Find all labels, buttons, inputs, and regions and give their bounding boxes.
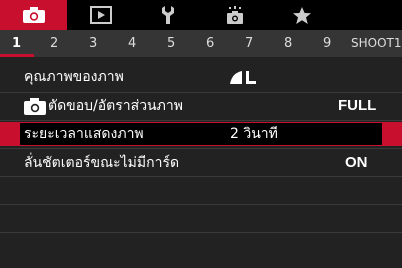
- page-2[interactable]: 2: [50, 30, 58, 57]
- menu-item-label: คุณภาพของภาพ: [24, 69, 124, 85]
- tab-shooting[interactable]: [0, 0, 67, 30]
- camera-icon: [24, 98, 46, 115]
- page-number-row: 1 2 3 4 5 6 7 8 9 SHOOT1: [0, 30, 402, 57]
- playback-icon: [89, 6, 112, 24]
- page-6[interactable]: 6: [206, 30, 214, 57]
- divider: [0, 148, 402, 149]
- menu-item-label: ลั่นชัตเตอร์ขณะไม่มีการ์ด: [24, 155, 180, 171]
- wrench-icon: [161, 6, 174, 24]
- menu-item-label: ระยะเวลาแสดงภาพ: [24, 126, 144, 142]
- divider: [0, 120, 402, 121]
- star-icon: [292, 6, 311, 24]
- menu-item-value: ON: [345, 154, 368, 171]
- page-8[interactable]: 8: [284, 30, 292, 57]
- wifi-camera-icon: [226, 6, 243, 24]
- tab-setup[interactable]: [134, 0, 201, 30]
- page-5[interactable]: 5: [167, 30, 175, 57]
- tab-wireless[interactable]: [201, 0, 268, 30]
- tab-my-menu[interactable]: [268, 0, 335, 30]
- page-7[interactable]: 7: [245, 30, 253, 57]
- menu-item-crop-aspect[interactable]: ตัดขอบ/อัตราส่วนภาพ FULL: [20, 93, 382, 120]
- menu-tab-bar: [0, 0, 402, 30]
- menu-item-label: ตัดขอบ/อัตราส่วนภาพ: [48, 98, 183, 114]
- divider: [0, 232, 402, 233]
- menu-item-value: 2 วินาที: [230, 126, 278, 142]
- menu-item-image-quality[interactable]: คุณภาพของภาพ: [20, 64, 382, 91]
- page-9[interactable]: 9: [323, 30, 331, 57]
- menu-item-release-without-card[interactable]: ลั่นชัตเตอร์ขณะไม่มีการ์ด ON: [20, 150, 382, 177]
- page-shoot1[interactable]: SHOOT1: [351, 30, 402, 57]
- menu-item-value: FULL: [338, 97, 377, 114]
- camera-icon: [22, 7, 45, 23]
- page-4[interactable]: 4: [128, 30, 136, 57]
- menu-item-image-review[interactable]: ระยะเวลาแสดงภาพ 2 วินาที: [20, 123, 382, 145]
- divider: [0, 204, 402, 205]
- large-fine-quality-icon: [230, 71, 256, 84]
- tab-playback[interactable]: [67, 0, 134, 30]
- page-3[interactable]: 3: [89, 30, 97, 57]
- page-1[interactable]: 1: [12, 30, 21, 57]
